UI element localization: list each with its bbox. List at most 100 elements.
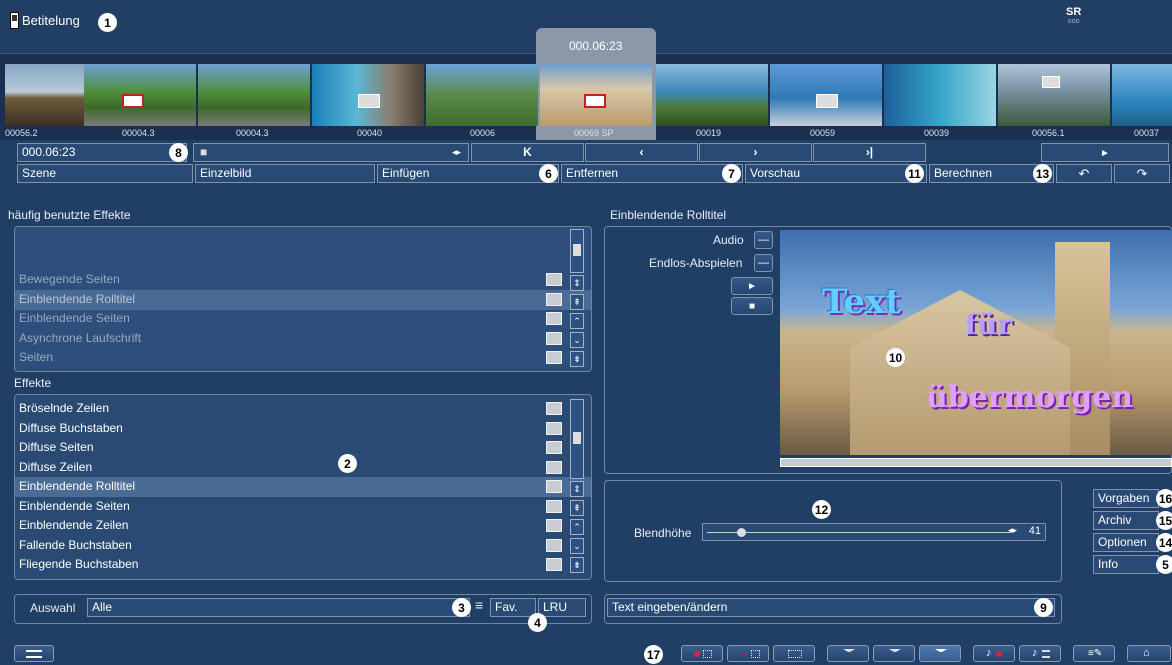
blend-slider[interactable]: ◂▸ 41 [702, 523, 1046, 541]
favorites-button[interactable]: Fav. [490, 598, 536, 617]
menu-icon[interactable]: ≡ [475, 597, 483, 613]
scene-thumb[interactable] [426, 64, 538, 126]
scroll-bottom-icon[interactable]: ⇟ [570, 557, 584, 573]
effect-icon [546, 500, 562, 513]
scene-label: 00056.1 [1032, 128, 1065, 138]
scroll-up-icon[interactable]: ⌃ [570, 519, 584, 535]
finish-button[interactable]: ≡✎ [1073, 645, 1115, 662]
brand-logo-sub: ooo [1067, 18, 1080, 25]
home-button[interactable]: ⌂ [1127, 645, 1171, 662]
list-item[interactable]: Asynchrone Laufschrift [15, 329, 591, 349]
loop-toggle-icon: — [758, 257, 769, 269]
list-item[interactable]: Diffuse Zeilen [15, 458, 591, 478]
current-time: 000.06:23 [569, 39, 623, 53]
scrollbar-thumb[interactable] [573, 244, 581, 256]
step-back-button[interactable]: ‹ [585, 143, 698, 162]
scroll-up-icon[interactable]: ⌃ [570, 313, 584, 329]
page-title: Betitelung [22, 13, 80, 28]
preview-play-button[interactable]: ► [731, 277, 773, 295]
go-first-button[interactable]: K [471, 143, 584, 162]
redo-icon: ↷ [1136, 166, 1148, 181]
title-icon [10, 12, 19, 29]
go-last-button[interactable]: ›| [813, 143, 926, 162]
scene-thumb[interactable] [998, 64, 1110, 126]
scene-label: 00006 [470, 128, 496, 138]
brand-logo: SR ooo [1066, 7, 1081, 26]
edit-text-button[interactable]: Text eingeben/ändern [607, 598, 1055, 617]
list-item[interactable]: Diffuse Seiten [15, 438, 591, 458]
scene-label: 00019 [696, 128, 722, 138]
title-tool-1-button[interactable] [827, 645, 869, 662]
preview-stop-button[interactable]: ■ [731, 297, 773, 315]
presets-button[interactable]: Vorgaben [1093, 489, 1159, 508]
list-item-selected[interactable]: Einblendende Rolltitel [15, 290, 591, 310]
title-tool-2-button[interactable] [873, 645, 915, 662]
scene-thumb[interactable] [884, 64, 996, 126]
scene-thumb[interactable] [84, 64, 196, 126]
timeline-scrubber[interactable]: ■ ◂▸ [193, 143, 469, 162]
preview-progress[interactable] [780, 458, 1172, 467]
preview-title: Einblendende Rolltitel [610, 208, 727, 222]
menu-lines-icon [26, 650, 42, 658]
single-frame-button[interactable]: Einzelbild [195, 164, 375, 183]
scroll-mid-icon[interactable]: ⇕ [570, 481, 584, 497]
edit-scene-button[interactable] [773, 645, 815, 662]
remove-button[interactable]: Entfernen [561, 164, 743, 183]
scroll-mid-icon[interactable]: ⇕ [570, 275, 584, 291]
time-input[interactable]: 000.06:23 [17, 143, 187, 162]
loop-toggle[interactable]: — [754, 254, 773, 272]
insert-button[interactable]: Einfügen [377, 164, 559, 183]
list-item[interactable]: Bewegende Seiten [15, 270, 591, 290]
scene-thumb[interactable] [312, 64, 424, 126]
record-scene-button[interactable] [681, 645, 723, 662]
scroll-top-icon[interactable]: ⇞ [570, 294, 584, 310]
list-item[interactable]: Seiten [15, 348, 591, 368]
audio-list-button[interactable]: ♪ [1019, 645, 1061, 662]
step-forward-button[interactable]: › [699, 143, 812, 162]
preview-button[interactable]: Vorschau [745, 164, 927, 183]
scrollbar-track[interactable] [570, 229, 584, 273]
scene-label: 00069 SP [574, 128, 614, 138]
options-button[interactable]: Optionen [1093, 533, 1159, 552]
main-menu-button[interactable] [14, 645, 54, 662]
badge-17: 17 [644, 645, 663, 664]
scroll-bottom-icon[interactable]: ⇟ [570, 351, 584, 367]
list-item[interactable]: Fliegende Buchstaben [15, 555, 591, 575]
bars-icon [788, 650, 802, 658]
list-item[interactable]: Diffuse Buchstaben [15, 419, 591, 439]
list-item-selected[interactable]: Einblendende Rolltitel [15, 477, 591, 497]
scrollbar-track[interactable] [570, 399, 584, 479]
scene-button[interactable]: Szene [17, 164, 193, 183]
effect-icon [546, 519, 562, 532]
selection-field[interactable]: Alle [87, 598, 470, 617]
list-item[interactable]: Fallende Buchstaben [15, 536, 591, 556]
import-scene-button[interactable]: → [727, 645, 769, 662]
scroll-top-icon[interactable]: ⇞ [570, 500, 584, 516]
audio-toggle[interactable]: — [754, 231, 773, 249]
list-item[interactable]: Einblendende Zeilen [15, 516, 591, 536]
lru-button[interactable]: LRU [538, 598, 586, 617]
scroll-down-icon[interactable]: ⌄ [570, 332, 584, 348]
title-tool-active-button[interactable] [919, 645, 961, 662]
scene-thumb[interactable] [540, 64, 652, 126]
scrollbar-thumb[interactable] [573, 432, 581, 444]
scene-thumb[interactable] [1112, 64, 1172, 126]
list-item[interactable]: Einblendende Seiten [15, 309, 591, 329]
scene-thumb[interactable] [656, 64, 768, 126]
list-item[interactable]: Bröselnde Zeilen [15, 399, 591, 419]
play-button[interactable]: ► [1041, 143, 1169, 162]
undo-button[interactable]: ↶ [1056, 164, 1112, 183]
scene-thumb[interactable] [770, 64, 882, 126]
blend-slider-knob[interactable] [737, 528, 746, 537]
scene-thumb[interactable] [198, 64, 310, 126]
scroll-down-icon[interactable]: ⌄ [570, 538, 584, 554]
effects-title: Effekte [14, 376, 52, 390]
list-item[interactable]: Einblendende Seiten [15, 497, 591, 517]
info-button[interactable]: Info [1093, 555, 1159, 574]
transition-icon [584, 94, 606, 108]
audio-record-button[interactable]: ♪ [973, 645, 1015, 662]
archive-button[interactable]: Archiv [1093, 511, 1159, 530]
redo-button[interactable]: ↷ [1114, 164, 1170, 183]
title-icon [843, 649, 855, 659]
badge-8: 8 [169, 143, 188, 162]
